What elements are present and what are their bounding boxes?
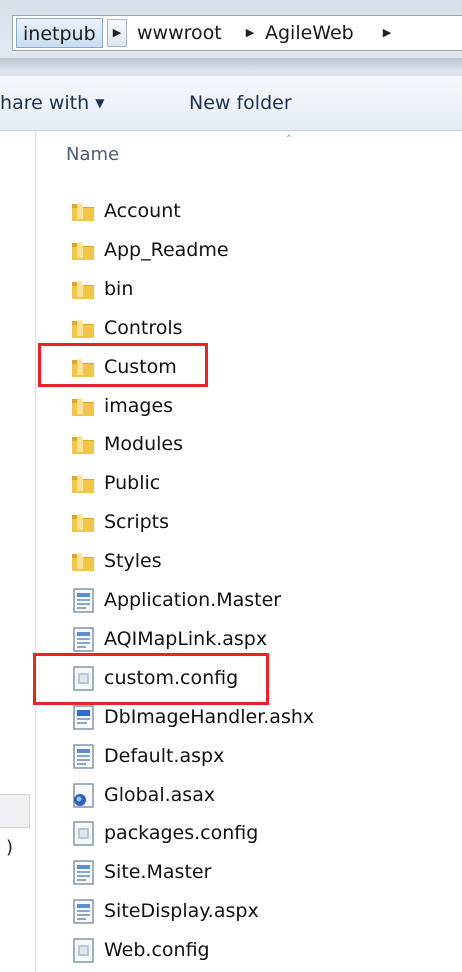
folder-icon [69, 430, 97, 458]
config-file-icon [69, 936, 97, 964]
navigation-pane[interactable]: ) [0, 131, 36, 972]
file-name-label: Application.Master [104, 589, 282, 611]
file-name-label: DbImageHandler.ashx [104, 706, 315, 728]
file-name-label: Web.config [104, 939, 210, 961]
nav-item-partial-text: ) [6, 837, 14, 858]
file-name-label: Default.aspx [104, 745, 225, 767]
folder-icon [69, 469, 97, 497]
config-file-icon [69, 819, 97, 847]
file-name-label: Public [104, 472, 161, 494]
folder-icon [69, 547, 97, 575]
share-with-label: Share with [0, 92, 90, 114]
file-name-label: SiteDisplay.aspx [104, 900, 259, 922]
file-name-label: images [104, 395, 174, 417]
file-name-label: Global.asax [104, 784, 216, 806]
address-bar-shadow [0, 58, 462, 72]
folder-icon [69, 197, 97, 225]
web-file-icon [69, 586, 97, 614]
breadcrumb-item-agileweb[interactable]: AgileWeb [265, 16, 354, 50]
highlight-box-custom-folder [38, 343, 208, 387]
file-name-label: AQIMapLink.aspx [104, 628, 268, 650]
file-name-label: Account [104, 200, 181, 222]
share-with-button[interactable]: Share with ▼ [0, 76, 104, 130]
dropdown-arrow-icon: ▼ [95, 96, 105, 110]
breadcrumb-separator-icon[interactable]: ▶ [240, 17, 260, 49]
folder-icon [69, 275, 97, 303]
breadcrumb-item-inetpub[interactable]: inetpub [16, 18, 103, 48]
asax-file-icon [69, 781, 97, 809]
address-bar[interactable]: inetpub ▶ wwwroot ▶ AgileWeb ▶ [12, 15, 462, 51]
column-header-name[interactable]: Name [66, 144, 119, 165]
handler-file-icon [69, 703, 97, 731]
new-folder-button[interactable]: New folder [189, 76, 292, 130]
file-name-label: Styles [104, 550, 162, 572]
command-toolbar: Share with ▼ New folder [0, 76, 462, 131]
breadcrumb-separator-icon[interactable]: ▶ [377, 17, 397, 49]
folder-icon [69, 314, 97, 342]
address-area: inetpub ▶ wwwroot ▶ AgileWeb ▶ [0, 0, 462, 76]
breadcrumb-separator-icon[interactable]: ▶ [107, 19, 127, 47]
file-name-label: packages.config [104, 822, 259, 844]
folder-icon [69, 392, 97, 420]
breadcrumb-item-wwwroot[interactable]: wwwroot [137, 16, 222, 50]
file-name-label: Modules [104, 433, 183, 455]
file-name-label: Scripts [104, 511, 170, 533]
web-file-icon [69, 625, 97, 653]
sort-ascending-icon: ˄ [286, 133, 292, 146]
highlight-box-custom-config [33, 653, 269, 705]
file-name-label: bin [104, 278, 134, 300]
folder-icon [69, 236, 97, 264]
folder-icon [69, 508, 97, 536]
nav-item-hovered[interactable] [0, 794, 30, 828]
file-name-label: App_Readme [104, 239, 229, 261]
web-file-icon [69, 897, 97, 925]
web-file-icon [69, 742, 97, 770]
file-name-label: Site.Master [104, 861, 212, 883]
file-name-label: Controls [104, 317, 183, 339]
web-file-icon [69, 858, 97, 886]
